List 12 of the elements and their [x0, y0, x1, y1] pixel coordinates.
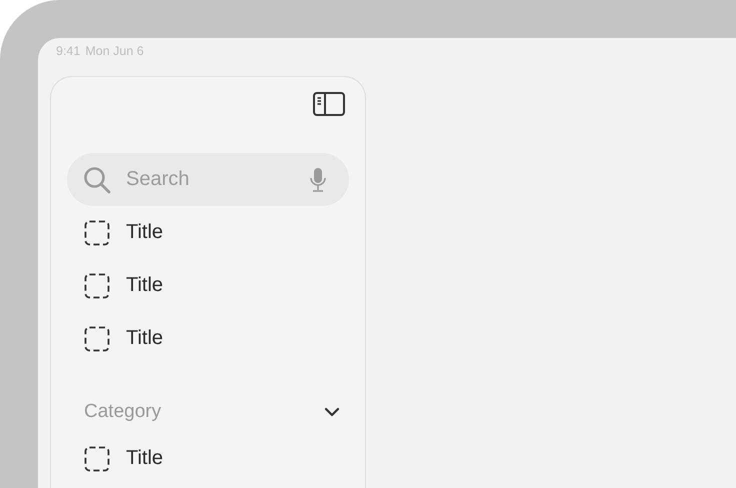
sidebar-item[interactable]: Title — [67, 432, 349, 485]
sidebar-toggle-icon[interactable] — [313, 92, 345, 116]
search-field[interactable]: Search — [126, 168, 294, 191]
placeholder-icon — [84, 326, 110, 352]
placeholder-icon — [84, 272, 110, 298]
sidebar-item[interactable]: Title — [67, 312, 349, 365]
sidebar-item[interactable]: Title — [67, 259, 349, 312]
search-icon — [83, 166, 111, 194]
sidebar-item[interactable]: Title — [67, 206, 349, 259]
placeholder-icon — [84, 220, 110, 246]
search-bar[interactable]: Search — [67, 153, 349, 206]
placeholder-icon — [84, 446, 110, 472]
